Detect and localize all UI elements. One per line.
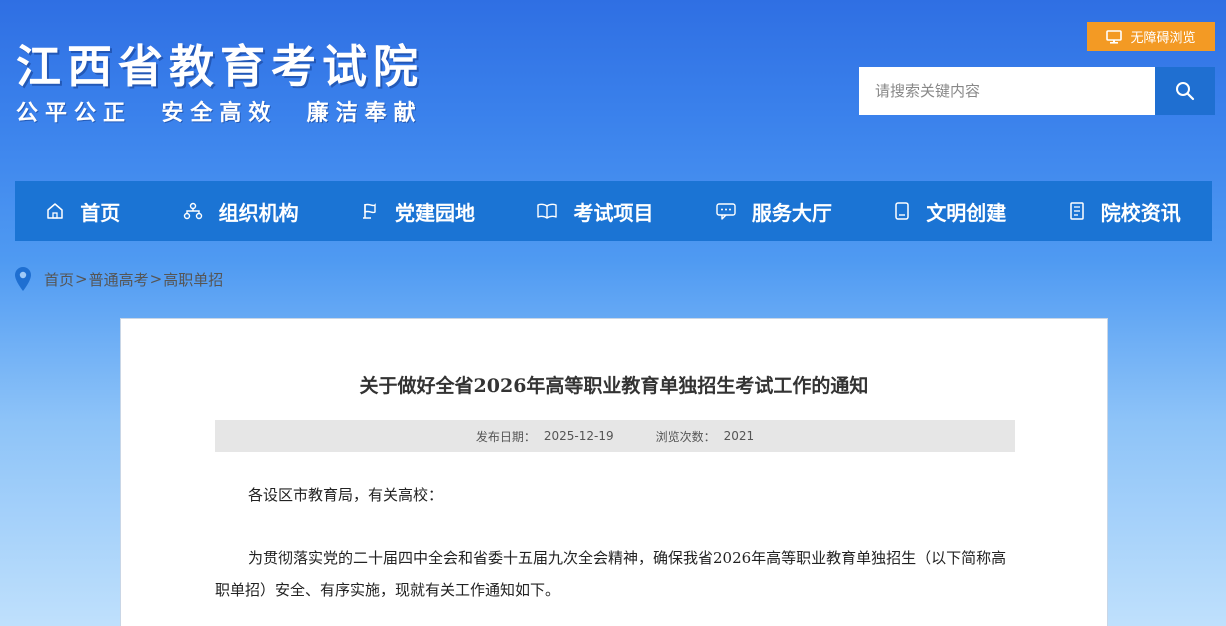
accessibility-label: 无障碍浏览 bbox=[1130, 31, 1196, 46]
nav-item-home[interactable]: 首页 bbox=[46, 197, 120, 226]
document-icon bbox=[1069, 202, 1084, 220]
breadcrumb-item-gaokao[interactable]: 普通高考 bbox=[89, 269, 149, 290]
search-button[interactable] bbox=[1155, 67, 1215, 115]
breadcrumb-item-home[interactable]: 首页 bbox=[44, 269, 74, 290]
org-chart-icon bbox=[183, 202, 202, 220]
main-nav: 首页 组织机构 党建园地 考试项目 服务大厅 文明创建 院校资讯 bbox=[15, 181, 1212, 241]
nav-label: 组织机构 bbox=[218, 200, 299, 225]
nav-item-organization[interactable]: 组织机构 bbox=[183, 197, 299, 226]
article-salutation: 各设区市教育局，有关高校： bbox=[248, 486, 444, 504]
site-title: 江西省教育考试院 bbox=[16, 40, 425, 93]
nav-item-service[interactable]: 服务大厅 bbox=[716, 197, 832, 226]
nav-label: 首页 bbox=[80, 200, 121, 225]
nav-item-party[interactable]: 党建园地 bbox=[361, 197, 475, 226]
breadcrumb-separator: > bbox=[149, 270, 163, 288]
nav-label: 考试项目 bbox=[573, 200, 654, 225]
nav-label: 服务大厅 bbox=[751, 200, 832, 225]
breadcrumb-item-current[interactable]: 高职单招 bbox=[163, 269, 223, 290]
nav-item-college-news[interactable]: 院校资讯 bbox=[1069, 197, 1181, 226]
article-paragraph: 为贯彻落实党的二十届四中全会和省委十五届九次全会精神，确保我省2026年高等职业… bbox=[215, 549, 1007, 599]
article-meta: 发布日期： 2025-12-19 浏览次数： 2021 bbox=[215, 420, 1015, 452]
book-icon bbox=[537, 203, 558, 219]
nav-label: 院校资讯 bbox=[1100, 200, 1181, 225]
views-count: 2021 bbox=[723, 429, 755, 443]
nav-item-civilization[interactable]: 文明创建 bbox=[894, 197, 1006, 226]
party-icon bbox=[363, 203, 376, 219]
home-icon bbox=[47, 203, 63, 219]
publish-date: 2025-12-19 bbox=[543, 429, 614, 443]
article-panel: 关于做好全省2026年高等职业教育单独招生考试工作的通知 发布日期： 2025-… bbox=[120, 318, 1108, 626]
search-input[interactable] bbox=[859, 67, 1155, 115]
location-pin-icon bbox=[15, 267, 31, 291]
site-slogan: 公平公正 安全高效 廉洁奉献 bbox=[16, 101, 423, 126]
breadcrumb-separator: > bbox=[75, 270, 88, 288]
nav-label: 文明创建 bbox=[926, 200, 1007, 225]
views-label: 浏览次数： bbox=[655, 429, 716, 444]
tablet-icon bbox=[895, 202, 910, 220]
article-title: 关于做好全省2026年高等职业教育单独招生考试工作的通知 bbox=[359, 375, 869, 397]
nav-item-exams[interactable]: 考试项目 bbox=[537, 197, 653, 226]
monitor-icon bbox=[1106, 29, 1123, 44]
service-icon bbox=[716, 203, 736, 220]
publish-date-label: 发布日期： bbox=[475, 429, 536, 444]
accessibility-button[interactable]: 无障碍浏览 bbox=[1087, 22, 1215, 51]
nav-label: 党建园地 bbox=[395, 200, 476, 225]
search-icon bbox=[1176, 82, 1195, 101]
breadcrumb: 首页 > 普通高考 > 高职单招 bbox=[14, 266, 223, 292]
